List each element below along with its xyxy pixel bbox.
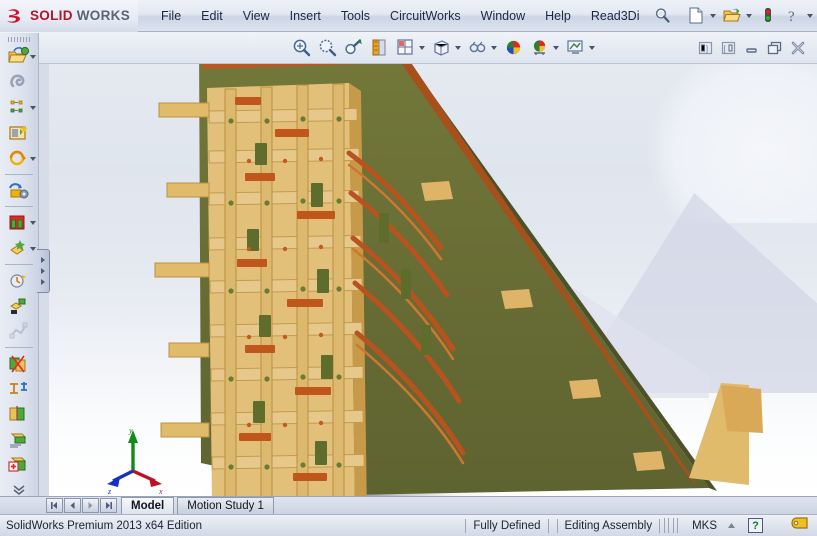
mate-caret-icon[interactable]	[29, 106, 36, 111]
menu-item-window[interactable]: Window	[472, 5, 534, 27]
status-spacer-1	[664, 518, 670, 533]
toolbar-grip[interactable]	[8, 37, 30, 43]
new-document-caret-icon[interactable]	[710, 13, 717, 18]
zoom-to-area-icon[interactable]	[314, 35, 340, 61]
edit-part-icon[interactable]	[0, 44, 38, 69]
logo-works-text: WORKS	[76, 8, 131, 23]
hide-show-items-caret-icon[interactable]	[491, 45, 497, 50]
new-motion-study-icon[interactable]	[0, 268, 38, 293]
component-preview-icon[interactable]	[0, 120, 38, 145]
menu-item-edit[interactable]: Edit	[192, 5, 232, 27]
reference-geometry-icon[interactable]	[0, 236, 38, 261]
status-help-badge[interactable]: ?	[748, 518, 763, 533]
status-fully-defined: Fully Defined	[465, 518, 549, 533]
quick-access-toolbar: ?	[684, 0, 816, 32]
toolbar-divider-3	[5, 264, 33, 265]
menu-item-circuitworks[interactable]: CircuitWorks	[381, 5, 470, 27]
solidworks-window: SOLID WORKS File Edit View Insert Tools C…	[0, 0, 817, 536]
menu-item-insert[interactable]: Insert	[281, 5, 330, 27]
open-document-caret-icon[interactable]	[746, 13, 753, 18]
insert-components-icon[interactable]	[0, 70, 38, 95]
section-view-icon[interactable]	[366, 35, 392, 61]
document-tab-bar: Model Motion Study 1	[0, 496, 817, 514]
display-style-caret-icon[interactable]	[455, 45, 461, 50]
apply-scene-icon[interactable]	[526, 35, 552, 61]
doc-close-icon[interactable]	[788, 40, 807, 56]
assembly-features-icon[interactable]	[0, 210, 38, 235]
svg-text:?: ?	[788, 9, 795, 24]
solidworks-logo: SOLID WORKS	[0, 0, 139, 32]
triad-y-label: y	[128, 426, 133, 435]
menu-item-help[interactable]: Help	[536, 5, 580, 27]
section-properties-icon[interactable]	[0, 402, 38, 427]
title-menu-bar: SOLID WORKS File Edit View Insert Tools C…	[0, 0, 817, 32]
status-edit-mode: Editing Assembly	[556, 518, 661, 533]
doc-next-icon[interactable]: [	[719, 40, 738, 56]
logo-solid-text: SOLID	[30, 8, 73, 23]
tag-icon[interactable]	[763, 516, 809, 535]
triad-z-label: z	[107, 487, 112, 495]
view-orientation-icon[interactable]	[392, 35, 418, 61]
menu-item-file[interactable]: File	[152, 5, 190, 27]
help-caret-icon[interactable]	[807, 13, 814, 18]
units-caret-icon[interactable]	[727, 520, 748, 532]
new-document-icon[interactable]	[684, 4, 708, 28]
menu-item-tools[interactable]: Tools	[332, 5, 379, 27]
rebuild-traffic-light-icon[interactable]	[756, 4, 780, 28]
smart-fasteners-icon[interactable]	[0, 178, 38, 203]
move-component-icon[interactable]	[0, 146, 38, 171]
interference-detection-icon[interactable]	[0, 351, 38, 376]
triad-x-label: x	[158, 487, 163, 495]
apply-scene-caret-icon[interactable]	[553, 45, 559, 50]
zoom-in-out-icon[interactable]	[340, 35, 366, 61]
move-component-caret-icon[interactable]	[29, 156, 36, 161]
display-style-icon[interactable]	[428, 35, 454, 61]
nav-next-icon[interactable]	[82, 498, 99, 513]
view-orientation-caret-icon[interactable]	[419, 45, 425, 50]
menu-item-view[interactable]: View	[234, 5, 279, 27]
doc-minimize-icon[interactable]	[742, 40, 761, 56]
explode-line-sketch-icon[interactable]	[0, 319, 38, 344]
nav-prev-icon[interactable]	[64, 498, 81, 513]
nav-first-icon[interactable]	[46, 498, 63, 513]
status-bar: SolidWorks Premium 2013 x64 Edition Full…	[0, 514, 817, 536]
exploded-view-icon[interactable]	[0, 293, 38, 318]
tab-motion-study[interactable]: Motion Study 1	[177, 497, 274, 514]
measure-icon[interactable]	[0, 376, 38, 401]
reference-geometry-caret-icon[interactable]	[29, 246, 36, 251]
main-menu: File Edit View Insert Tools CircuitWorks…	[140, 0, 674, 32]
toolbar-divider-2	[5, 206, 33, 208]
feature-tree-expand-handle[interactable]	[37, 249, 50, 293]
simulation-icon[interactable]	[0, 452, 38, 477]
doc-restore-icon[interactable]	[765, 40, 784, 56]
zoom-to-fit-icon[interactable]	[288, 35, 314, 61]
menu-item-read3di[interactable]: Read3Di	[582, 5, 649, 27]
view-toolbar: ] [	[0, 32, 817, 64]
edition-label: SolidWorks Premium 2013 x64 Edition	[6, 519, 203, 532]
tab-model[interactable]: Model	[121, 497, 175, 514]
svg-text:]: ]	[706, 46, 708, 53]
mate-icon[interactable]	[0, 95, 38, 120]
svg-text:[: [	[724, 46, 726, 53]
view-settings-icon[interactable]	[562, 35, 588, 61]
status-units[interactable]: MKS	[678, 520, 727, 532]
assembly-features-caret-icon[interactable]	[29, 221, 36, 226]
edit-part-caret-icon[interactable]	[29, 55, 36, 60]
dassault-3ds-logo-icon	[7, 8, 20, 23]
help-question-icon[interactable]: ?	[781, 4, 805, 28]
doc-prev-icon[interactable]: ]	[696, 40, 715, 56]
view-settings-caret-icon[interactable]	[589, 45, 595, 50]
graphics-viewport[interactable]: y x z	[49, 33, 817, 496]
edit-appearance-icon[interactable]	[500, 35, 526, 61]
hide-show-items-icon[interactable]	[464, 35, 490, 61]
open-document-icon[interactable]	[720, 4, 744, 28]
search-magnifier-icon[interactable]	[650, 4, 674, 28]
assembly-toolbar	[0, 33, 39, 503]
orientation-triad: y x z	[107, 425, 167, 496]
toolbar-divider-1	[5, 174, 33, 176]
nav-last-icon[interactable]	[100, 498, 117, 513]
mass-properties-icon[interactable]	[0, 427, 38, 452]
document-window-controls: ] [	[696, 40, 817, 56]
toolbar-divider-4	[5, 346, 33, 348]
